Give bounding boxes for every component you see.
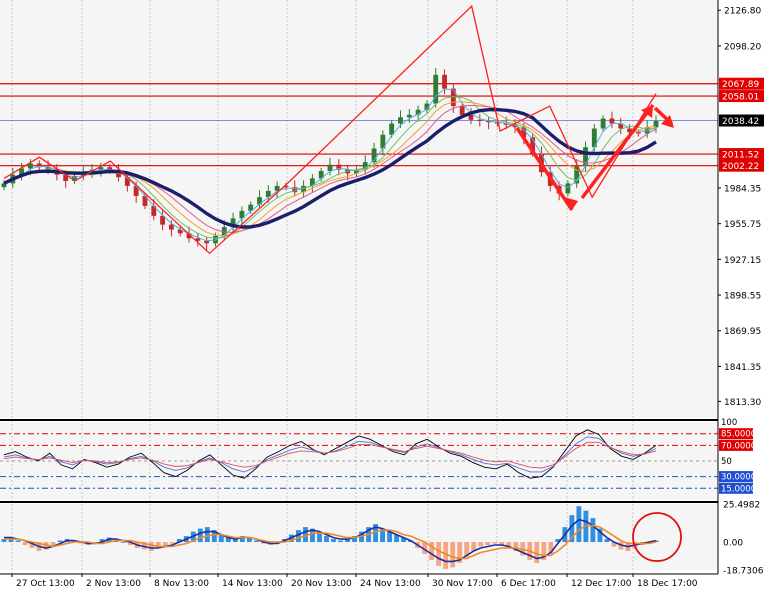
- x-axis-labels: 27 Oct 13:00 2 Nov 13:00 8 Nov 13:00 14 Nov…: [11, 574, 698, 589]
- y-tick-label: 1955.75: [724, 220, 761, 230]
- current-price-label: 2038.42: [722, 117, 759, 127]
- macd-bar: [590, 518, 596, 543]
- x-tick-label: 8 Nov 13:00: [154, 579, 209, 589]
- candle-body: [609, 118, 615, 124]
- candle-body: [635, 132, 641, 134]
- candle-body: [459, 106, 465, 115]
- x-tick-label: 20 Nov 13:00: [291, 579, 352, 589]
- candle-body: [565, 183, 571, 194]
- x-tick-label: 30 Nov 17:00: [432, 579, 493, 589]
- chart-window: 2126.80 2098.20 1984.35 1955.75 1927.15 1898.…: [0, 0, 770, 593]
- macd-bar: [148, 542, 154, 552]
- price-level-label: 2058.01: [722, 93, 759, 103]
- y-tick-label: 1898.55: [724, 292, 761, 302]
- macd-tick-label: -18.7306: [723, 567, 764, 577]
- y-tick-label: 2126.80: [724, 7, 761, 17]
- macd-bar: [324, 536, 329, 543]
- y-tick-label: 2098.20: [724, 42, 761, 52]
- oscillator-tick-label: 70.0000: [721, 441, 756, 451]
- price-level-label: 2067.89: [722, 80, 759, 90]
- oscillator-tick-label: 100: [721, 418, 737, 428]
- y-tick-label: 1841.35: [724, 363, 761, 373]
- x-tick-label: 27 Oct 13:00: [16, 579, 75, 589]
- price-level-label: 2011.52: [722, 151, 759, 161]
- x-tick-label: 18 Dec 17:00: [637, 579, 698, 589]
- macd-bar: [169, 542, 175, 544]
- macd-bar: [436, 542, 442, 566]
- macd-bar: [22, 542, 28, 546]
- macd-tick-label: 25.4982: [723, 501, 760, 511]
- candle-body: [600, 118, 606, 129]
- price-badges: 2067.89 2058.01 2011.522002.22 2038.42: [719, 77, 764, 172]
- trading-chart: 2126.80 2098.20 1984.35 1955.75 1927.15 1898.…: [0, 0, 764, 589]
- candle-body: [468, 114, 474, 120]
- x-tick-label: 6 Dec 17:00: [501, 579, 556, 589]
- oscillator-tick-label: 15.0000: [721, 484, 756, 494]
- y-tick-label: 1927.15: [724, 256, 761, 266]
- macd-bar: [331, 539, 336, 543]
- oscillator-tick-label: 85.0000: [721, 430, 756, 440]
- macd-bar: [492, 542, 498, 544]
- y-tick-label: 1984.35: [724, 184, 761, 194]
- y-tick-label: 1813.30: [724, 398, 761, 408]
- macd-tick-label: 0.00: [723, 539, 743, 549]
- macd-bar: [253, 540, 259, 543]
- macd-bar: [15, 540, 21, 543]
- candle-body: [406, 114, 412, 118]
- candle-body: [442, 74, 447, 89]
- candle-body: [398, 117, 403, 124]
- macd-bar: [57, 540, 63, 543]
- oscillator-tick-label: 50: [721, 457, 732, 467]
- price-level-label: 2002.22: [722, 162, 759, 172]
- x-tick-label: 2 Nov 13:00: [86, 579, 141, 589]
- macd-bar: [576, 506, 582, 543]
- x-tick-label: 24 Nov 13:00: [360, 579, 421, 589]
- macd-bar: [478, 542, 484, 547]
- macd-bar: [204, 527, 210, 543]
- macd-bar: [120, 542, 126, 543]
- candle-body: [327, 164, 333, 171]
- x-tick-label: 12 Dec 17:00: [571, 579, 632, 589]
- x-tick-label: 14 Nov 13:00: [222, 579, 283, 589]
- macd-bar: [197, 528, 203, 543]
- macd-bar: [338, 540, 343, 543]
- candle-body: [309, 178, 315, 186]
- macd-bar: [485, 542, 491, 546]
- candle-body: [168, 224, 174, 230]
- macd-bar: [450, 542, 456, 568]
- oscillator-tick-label: 30.0000: [721, 473, 756, 483]
- y-tick-label: 1869.95: [724, 327, 761, 337]
- price-pane-background: [0, 0, 718, 418]
- candle-body: [477, 119, 483, 122]
